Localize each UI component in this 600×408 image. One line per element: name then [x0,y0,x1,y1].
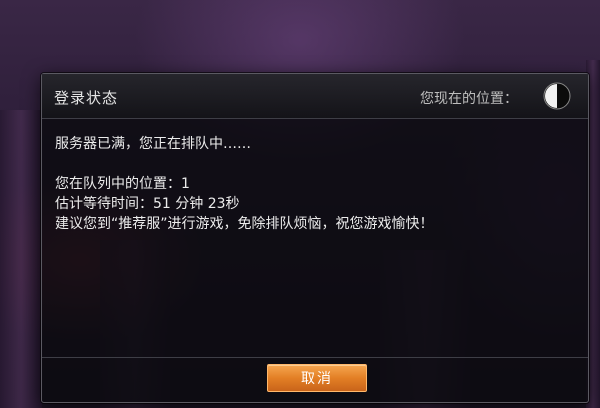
half-filled-circle-icon [543,82,571,110]
dialog-title: 登录状态 [54,89,119,107]
server-full-message: 服务器已满，您正在排队中…… [55,136,251,152]
login-status-dialog: 登录状态 您现在的位置： 服务器已满，您正在排队中…… 您在队列中的位置：1 估… [41,73,589,403]
wait-time-text: 估计等待时间：51 分钟 23秒 [55,196,240,212]
position-label: 您现在的位置： [420,91,518,107]
dialog-header: 登录状态 您现在的位置： [42,74,588,119]
dialog-footer: 取消 [42,357,588,402]
cancel-button[interactable]: 取消 [267,364,367,392]
background-pillar [0,110,42,408]
queue-position-text: 您在队列中的位置：1 [55,176,190,192]
suggestion-text: 建议您到“推荐服”进行游戏，免除排队烦恼，祝您游戏愉快！ [55,216,434,232]
dialog-message: 服务器已满，您正在排队中…… 您在队列中的位置：1 估计等待时间：51 分钟 2… [55,134,434,234]
